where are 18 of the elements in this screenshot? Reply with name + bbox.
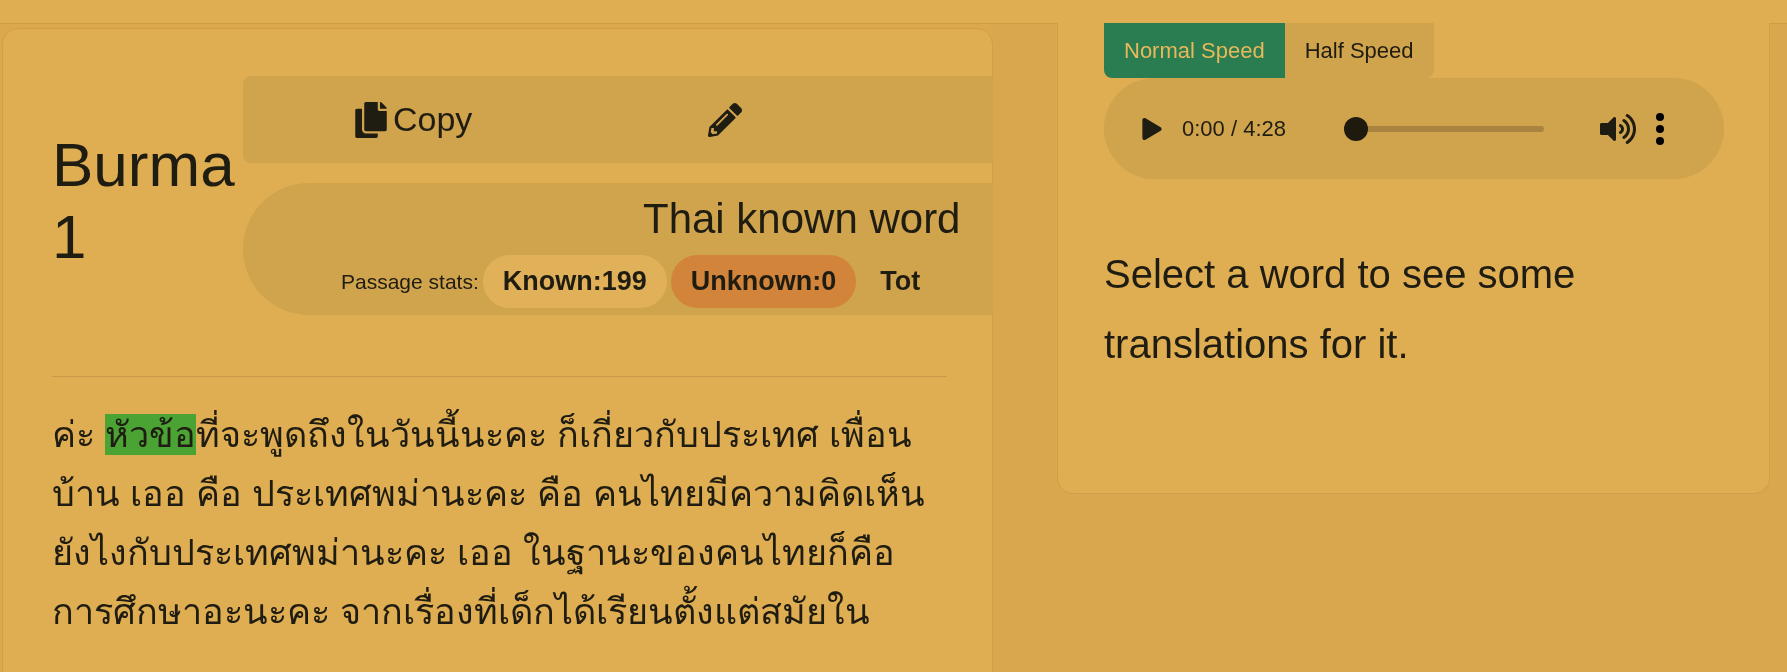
- stat-chip: Known:199: [482, 255, 667, 308]
- seek-slider[interactable]: [1344, 116, 1544, 141]
- audio-time: 0:00 / 4:28: [1182, 115, 1287, 143]
- pencil-icon: [708, 102, 743, 137]
- stat-chip: Unknown:0: [670, 255, 857, 308]
- copy-button[interactable]: Copy: [355, 94, 473, 145]
- copy-icon: [355, 101, 387, 138]
- passage-text: ค่ะ หัวข้อที่จะพูดถึงในวันนี้นะคะ ก็เกี่ยวกับประเทศ เพื่อนบ้าน เออ คือ ประเทศพม่านะคะ คือ คนไทยมีความคิดเห็นยังไงกับประเทศพม่านะคะ เออ ในฐานะของคนไทยก็คือ การศึกษาอะนะคะ จากเรื่องที่เด็กได้เรียนตั้งแต่สมัยใน: [52, 405, 957, 641]
- passage-title: Burma 1: [52, 129, 236, 273]
- hint-text: Select a word to see some translations for it.: [1104, 251, 1577, 368]
- stats-heading: Thai known word: [643, 194, 961, 244]
- stats-label: Passage stats:: [341, 268, 479, 295]
- stat-text: Tot: [879, 265, 922, 298]
- volume-icon[interactable]: [1600, 111, 1636, 146]
- play-icon[interactable]: [1142, 117, 1162, 140]
- seek-thumb[interactable]: [1344, 116, 1368, 141]
- more-icon[interactable]: [1656, 112, 1664, 145]
- speed-tab[interactable]: Half Speed: [1284, 23, 1434, 78]
